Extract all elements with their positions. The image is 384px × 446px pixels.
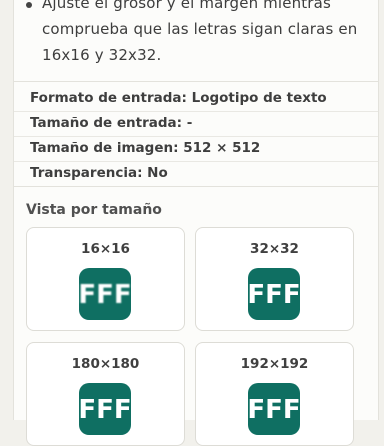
preview-section-title: Vista por tamaño [26, 202, 162, 218]
favicon-preview-180-icon: FFF [78, 383, 132, 435]
tip-line-1: Ajuste el grosor y el margen mientras [42, 0, 331, 12]
icon-letters: FFF [248, 395, 300, 425]
info-row-transparency: Transparencia: No [14, 161, 378, 186]
card-size-label: 192×192 [240, 356, 309, 372]
icon-letters: FFF [79, 280, 131, 310]
preview-card-192: 192×192 FFF [195, 342, 354, 446]
card-size-label: 32×32 [250, 241, 299, 257]
icon-letters: FFF [79, 395, 131, 425]
transparency-text: Transparencia: No [30, 165, 168, 181]
tips-section: Ajuste el grosor y el margen mientras co… [14, 0, 378, 82]
info-row-input-size: Tamaño de entrada: - [14, 111, 378, 137]
preview-card-16: 16×16 FFF [26, 227, 185, 331]
image-size-text: Tamaño de imagen: 512 × 512 [30, 140, 261, 156]
tip-line-2: comprueba que las letras sigan claras en [42, 20, 358, 38]
card-size-label: 180×180 [71, 356, 140, 372]
card-size-label: 16×16 [81, 241, 130, 257]
preview-card-32: 32×32 FFF [195, 227, 354, 331]
tip-line-3: 16x16 y 32x32. [42, 46, 162, 64]
favicon-preview-32-icon: FFF [247, 268, 301, 320]
image-info: Formato de entrada: Logotipo de texto Ta… [14, 82, 378, 187]
favicon-preview-16-icon: FFF [78, 268, 132, 320]
info-row-input-format: Formato de entrada: Logotipo de texto [14, 86, 378, 112]
icon-letters: FFF [248, 280, 300, 310]
bullet-dot [26, 2, 32, 8]
input-size-text: Tamaño de entrada: - [30, 115, 193, 131]
favicon-preview-192-icon: FFF [247, 383, 301, 435]
favicon-panel: Ajuste el grosor y el margen mientras co… [13, 0, 379, 446]
info-row-image-size: Tamaño de imagen: 512 × 512 [14, 136, 378, 162]
input-format-text: Formato de entrada: Logotipo de texto [30, 90, 327, 106]
preview-card-180: 180×180 FFF [26, 342, 185, 446]
